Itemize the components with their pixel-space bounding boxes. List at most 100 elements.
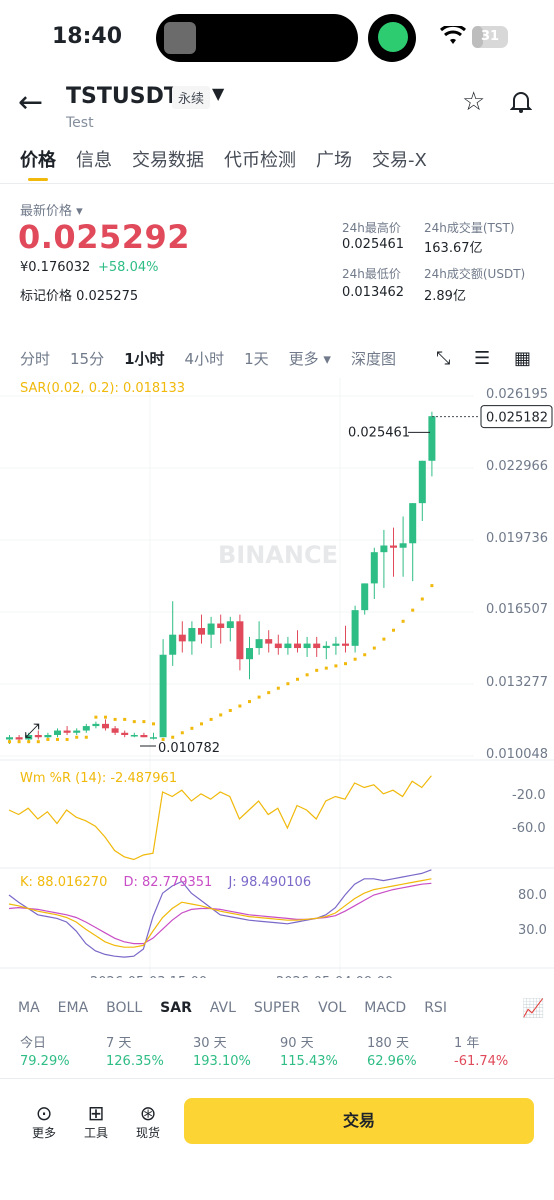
bell-icon[interactable]	[510, 90, 532, 114]
grid-layout-icon[interactable]: ▦	[514, 348, 531, 369]
candle-body	[332, 643, 340, 646]
back-arrow-icon[interactable]: ←	[18, 88, 43, 118]
perf-value: -61.74%	[454, 1054, 509, 1069]
y-tick-label: 0.013277	[486, 675, 548, 690]
divider	[0, 183, 554, 184]
candle-body	[207, 623, 215, 635]
perf-label: 180 天	[367, 1036, 409, 1051]
candle-body	[265, 639, 273, 644]
sar-dot	[392, 628, 395, 632]
y-tick-label: 0.026195	[486, 387, 548, 402]
sar-dot	[353, 657, 357, 661]
candle-body	[380, 545, 388, 553]
sar-dot	[152, 722, 155, 726]
pair-title[interactable]: TSTUSDT	[66, 84, 179, 109]
sar-dot	[8, 740, 11, 744]
interval-15m[interactable]: 15分	[70, 348, 104, 369]
k-value: K: 88.016270	[20, 875, 108, 890]
kdj-tick-label: 80.0	[518, 888, 547, 903]
candle-body	[54, 730, 61, 736]
trade-button[interactable]: 交易	[184, 1098, 534, 1144]
tab-token-check[interactable]: 代币检测	[224, 146, 296, 172]
low-value: 0.013462	[342, 285, 405, 300]
candle-body	[428, 416, 436, 461]
interval-more[interactable]: 更多 ▾	[289, 348, 331, 369]
sar-dot	[296, 677, 299, 681]
indicator-vol[interactable]: VOL	[318, 1000, 346, 1016]
candle-body	[6, 737, 13, 740]
depth-chart-tab[interactable]: 深度图	[351, 348, 396, 369]
candle-body	[418, 460, 426, 504]
sar-dot	[248, 700, 251, 704]
more-button[interactable]: ⊙ 更多	[24, 1102, 64, 1141]
sar-dot	[200, 722, 203, 726]
indicator-bar: MA EMA BOLL SAR AVL SUPER VOL MACD RSI	[0, 1000, 554, 1016]
sar-dot	[228, 708, 232, 712]
caret-down-icon[interactable]: ▼	[212, 84, 224, 103]
sar-dot	[344, 662, 347, 666]
sar-dot	[94, 715, 98, 719]
interval-line[interactable]: 分时	[20, 348, 50, 369]
indicator-avl[interactable]: AVL	[210, 1000, 236, 1016]
indicator-ema[interactable]: EMA	[58, 1000, 89, 1016]
sar-dot	[190, 726, 194, 730]
tools-button[interactable]: ⊞ 工具	[76, 1102, 116, 1141]
sar-label: SAR(0.02, 0.2): 0.018133	[20, 381, 185, 396]
cny-price: ¥0.176032	[20, 260, 91, 275]
tab-trading-data[interactable]: 交易数据	[132, 146, 204, 172]
kdj-label: K: 88.016270 D: 82.779351 J: 98.490106	[20, 875, 311, 890]
indicator-boll[interactable]: BOLL	[106, 1000, 142, 1016]
spot-button[interactable]: ⊛ 现货	[128, 1102, 168, 1141]
tab-square[interactable]: 广场	[316, 146, 352, 172]
indicator-ma[interactable]: MA	[18, 1000, 40, 1016]
candle-body	[274, 643, 282, 649]
wm-tick-label: -20.0	[512, 788, 546, 803]
expand-icon[interactable]: ⤢	[24, 718, 40, 742]
sar-dot	[257, 695, 261, 699]
sar-dot	[324, 666, 328, 670]
sar-dot	[276, 686, 280, 690]
indicator-rsi[interactable]: RSI	[424, 1000, 447, 1016]
sar-dot	[113, 717, 117, 721]
interval-1h[interactable]: 1小时	[124, 348, 164, 369]
indicator-sar[interactable]: SAR	[160, 1000, 192, 1016]
chart-settings-icon[interactable]: ☰	[474, 348, 490, 369]
sar-dot	[180, 731, 184, 735]
wifi-icon	[440, 26, 466, 44]
sar-dot	[219, 713, 223, 717]
volume-value: 163.67亿	[424, 241, 483, 256]
tab-trade-x[interactable]: 交易-X	[372, 146, 427, 172]
tab-price[interactable]: 价格	[20, 146, 56, 181]
amount-value: 2.89亿	[424, 289, 466, 304]
tab-info[interactable]: 信息	[76, 146, 112, 172]
interval-bar: 分时 15分 1小时 4小时 1天 更多 ▾ 深度图	[20, 348, 416, 369]
indicator-settings-icon[interactable]: 📈	[522, 998, 544, 1019]
sar-dot	[56, 737, 59, 741]
last-price-label[interactable]: 最新价格 ▾	[20, 200, 83, 219]
sar-dot	[420, 597, 424, 601]
perf-value: 115.43%	[280, 1054, 338, 1069]
y-tick-label: 0.016507	[486, 602, 548, 617]
candle-body	[73, 730, 81, 733]
sar-dot	[84, 735, 88, 739]
indicator-super[interactable]: SUPER	[254, 1000, 300, 1016]
candle-body	[150, 737, 157, 739]
current-price-tag: 0.025182	[486, 411, 548, 426]
candle-body	[255, 639, 263, 649]
candle-body	[63, 730, 71, 733]
indicator-macd[interactable]: MACD	[364, 1000, 406, 1016]
candle-body	[92, 723, 100, 727]
candle-body	[178, 634, 186, 642]
sar-dot	[305, 673, 309, 677]
interval-1d[interactable]: 1天	[244, 348, 269, 369]
candle-body	[44, 735, 52, 738]
more-icon: ⊙	[35, 1101, 53, 1125]
chart-fullscreen-icon[interactable]: ⤡	[436, 348, 450, 369]
interval-4h[interactable]: 4小时	[185, 348, 225, 369]
price-change: +58.04%	[98, 260, 159, 275]
sar-dot	[104, 715, 107, 719]
star-icon[interactable]: ☆	[462, 88, 485, 116]
sar-dot	[334, 664, 338, 668]
wm-label: Wm %R (14): -2.487961	[20, 771, 178, 786]
volume-label: 24h成交量(TST)	[424, 221, 515, 235]
